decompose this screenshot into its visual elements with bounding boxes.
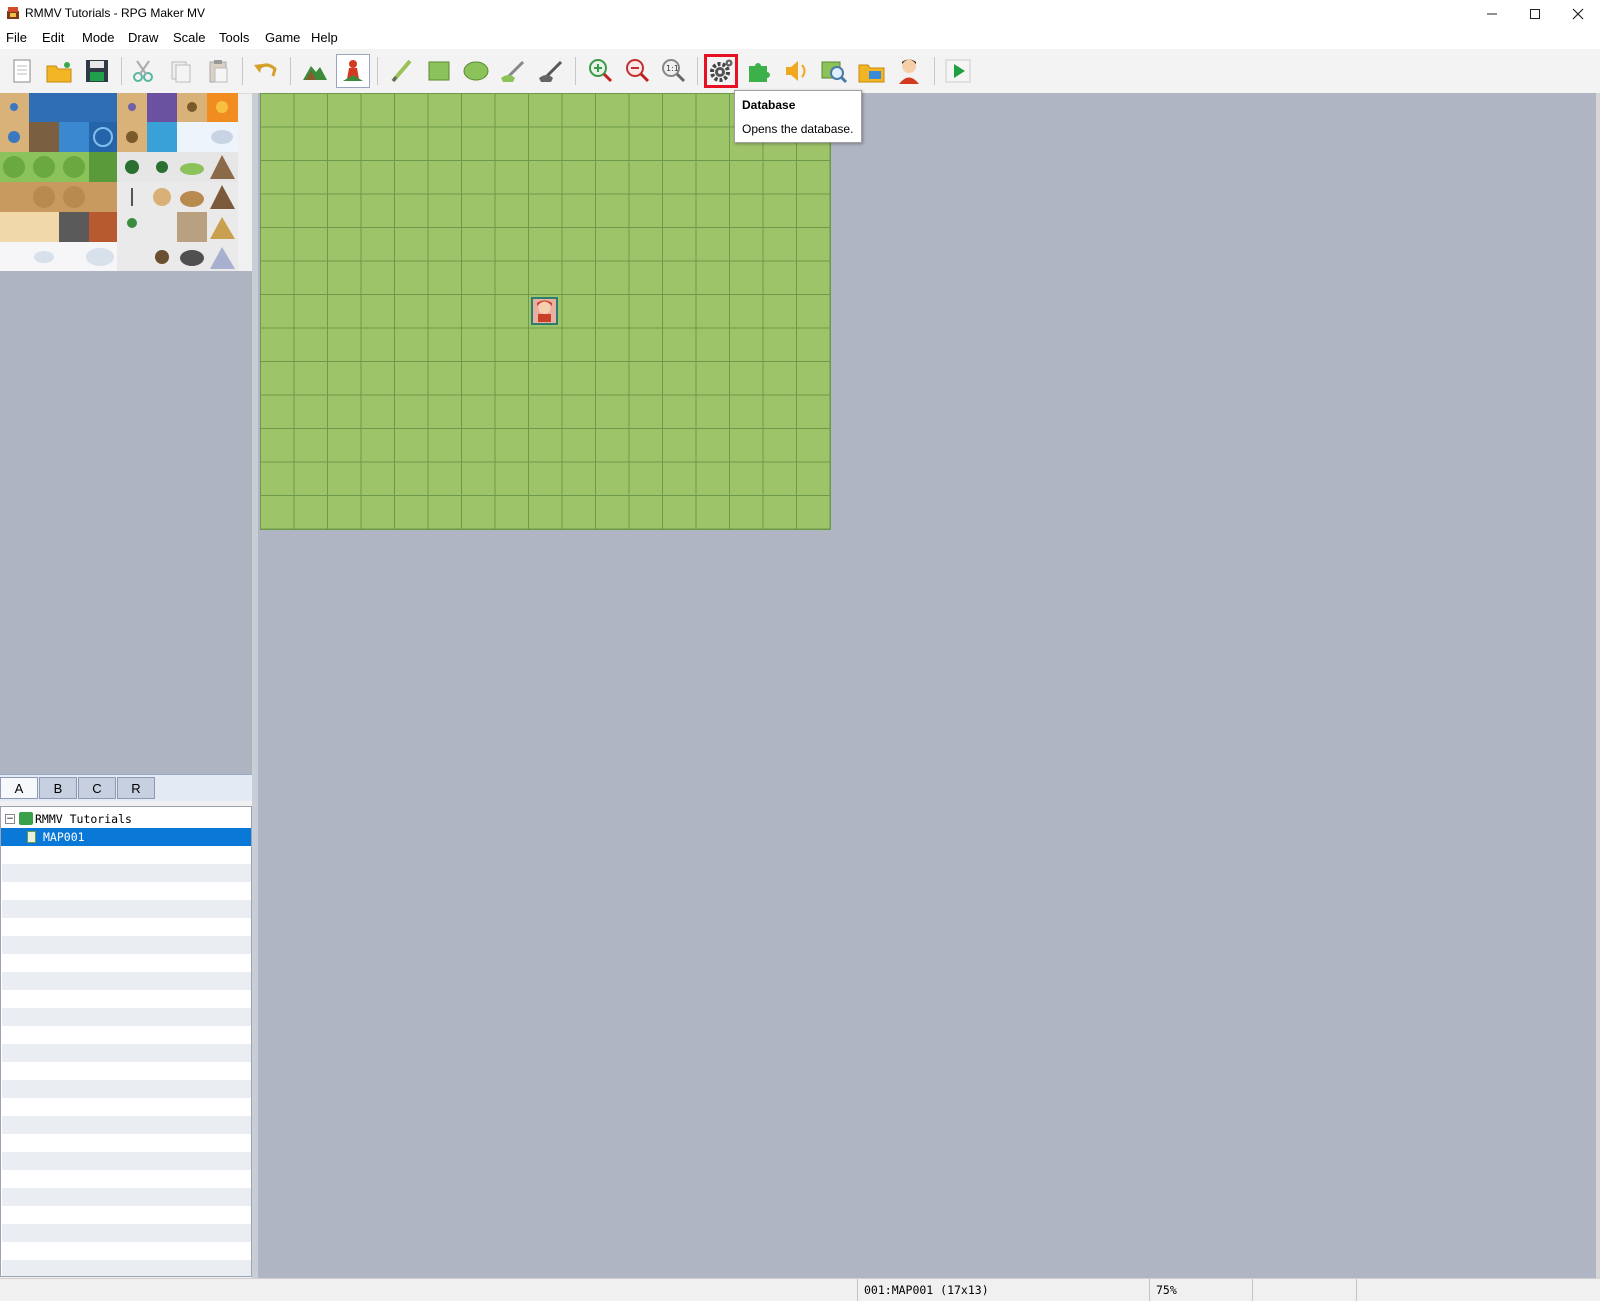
menu-mode[interactable]: Mode — [82, 30, 115, 45]
scissors-icon — [133, 60, 153, 82]
tab-c[interactable]: C — [78, 777, 116, 799]
vertical-scroll-edge — [1596, 93, 1600, 1278]
paste-clipboard-icon — [209, 60, 228, 83]
new-project-button[interactable] — [5, 54, 39, 88]
sound-test-button[interactable] — [780, 54, 814, 88]
map-name: MAP001 — [43, 830, 85, 844]
undo-button[interactable] — [249, 54, 283, 88]
tab-a[interactable]: A — [0, 777, 38, 799]
status-map-info: 001:MAP001 (17x13) — [857, 1279, 1149, 1301]
character-face-icon — [899, 59, 919, 84]
resource-manager-button[interactable] — [855, 54, 889, 88]
minimize-icon — [1487, 13, 1497, 14]
map-tree[interactable]: − RMMV Tutorials MAP001 — [0, 806, 252, 1277]
undo-arrow-icon — [254, 63, 277, 77]
title-bar: RMMV Tutorials - RPG Maker MV — [0, 0, 1600, 27]
actual-size-button[interactable]: 1:1 — [657, 54, 691, 88]
status-empty-1 — [1252, 1279, 1356, 1301]
toolbar: 1:1 — [0, 49, 1600, 94]
event-searcher-button[interactable] — [817, 54, 851, 88]
zoom-in-button[interactable] — [584, 54, 618, 88]
rpg-maker-app-icon — [6, 6, 20, 20]
paint-brush-icon — [501, 60, 525, 82]
player-start-icon[interactable] — [531, 297, 558, 325]
zoom-in-icon — [589, 59, 613, 83]
database-tooltip: Database Opens the database. — [734, 90, 862, 143]
project-book-icon — [19, 812, 33, 825]
menu-game[interactable]: Game — [265, 30, 300, 45]
tree-map-row[interactable]: MAP001 — [1, 828, 251, 846]
flood-fill-button[interactable] — [497, 54, 531, 88]
menu-tools[interactable]: Tools — [219, 30, 249, 45]
shadow-pen-icon — [539, 60, 563, 82]
save-project-button[interactable] — [80, 54, 114, 88]
character-generator-button[interactable] — [892, 54, 926, 88]
zoom-out-icon — [626, 59, 650, 83]
save-disk-icon — [86, 60, 108, 82]
play-triangle-icon — [945, 59, 971, 83]
paste-button[interactable] — [201, 54, 235, 88]
project-name: RMMV Tutorials — [35, 812, 132, 826]
plugin-manager-button[interactable] — [743, 54, 777, 88]
tileset-palette[interactable] — [0, 93, 238, 271]
tooltip-text: Opens the database. — [742, 122, 854, 136]
tileset-tabs: A B C R — [0, 774, 252, 801]
rectangle-icon — [428, 61, 450, 81]
menu-draw[interactable]: Draw — [128, 30, 158, 45]
window-title: RMMV Tutorials - RPG Maker MV — [25, 6, 206, 20]
tileset-empty-area — [0, 271, 252, 774]
event-pawn-icon — [343, 60, 363, 81]
zoom-actual-size-icon: 1:1 — [662, 59, 686, 83]
pencil-button[interactable] — [385, 54, 419, 88]
playtest-button[interactable] — [941, 54, 975, 88]
status-zoom: 75% — [1149, 1279, 1252, 1301]
close-button[interactable] — [1556, 0, 1600, 27]
ellipse-icon — [463, 61, 489, 81]
svg-text:1:1: 1:1 — [666, 64, 679, 73]
tab-r[interactable]: R — [117, 777, 155, 799]
menu-scale[interactable]: Scale — [173, 30, 206, 45]
status-bar: 001:MAP001 (17x13) 75% — [0, 1278, 1600, 1301]
database-button[interactable] — [704, 54, 738, 88]
copy-button[interactable] — [164, 54, 198, 88]
map-mode-button[interactable] — [298, 54, 332, 88]
search-map-icon — [821, 61, 848, 84]
map-file-icon — [27, 831, 36, 843]
menu-bar: File Edit Mode Draw Scale Tools Game Hel… — [0, 27, 1600, 49]
event-mode-button[interactable] — [336, 54, 370, 88]
status-empty-2 — [1356, 1279, 1600, 1301]
speaker-icon — [786, 61, 806, 81]
open-folder-icon — [46, 62, 72, 83]
collapse-toggle-icon[interactable]: − — [5, 814, 15, 824]
menu-file[interactable]: File — [6, 30, 27, 45]
menu-help[interactable]: Help — [311, 30, 338, 45]
shadow-pen-button[interactable] — [535, 54, 569, 88]
menu-edit[interactable]: Edit — [42, 30, 64, 45]
new-document-icon — [13, 59, 31, 83]
rectangle-button[interactable] — [422, 54, 456, 88]
ellipse-button[interactable] — [459, 54, 493, 88]
zoom-out-button[interactable] — [621, 54, 655, 88]
maximize-icon — [1530, 8, 1540, 19]
maximize-button[interactable] — [1513, 0, 1557, 27]
close-icon — [1572, 8, 1584, 19]
pencil-icon — [391, 59, 412, 83]
minimize-button[interactable] — [1470, 0, 1514, 27]
open-project-button[interactable] — [42, 54, 76, 88]
tree-project-row[interactable]: − RMMV Tutorials — [1, 810, 251, 828]
map-mountain-icon — [303, 66, 327, 80]
cut-button[interactable] — [127, 54, 161, 88]
resource-folder-icon — [858, 64, 885, 83]
tab-b[interactable]: B — [39, 777, 77, 799]
puzzle-piece-icon — [749, 63, 770, 82]
gear-icon — [710, 59, 733, 82]
copy-icon — [171, 61, 191, 83]
tooltip-title: Database — [742, 98, 796, 112]
